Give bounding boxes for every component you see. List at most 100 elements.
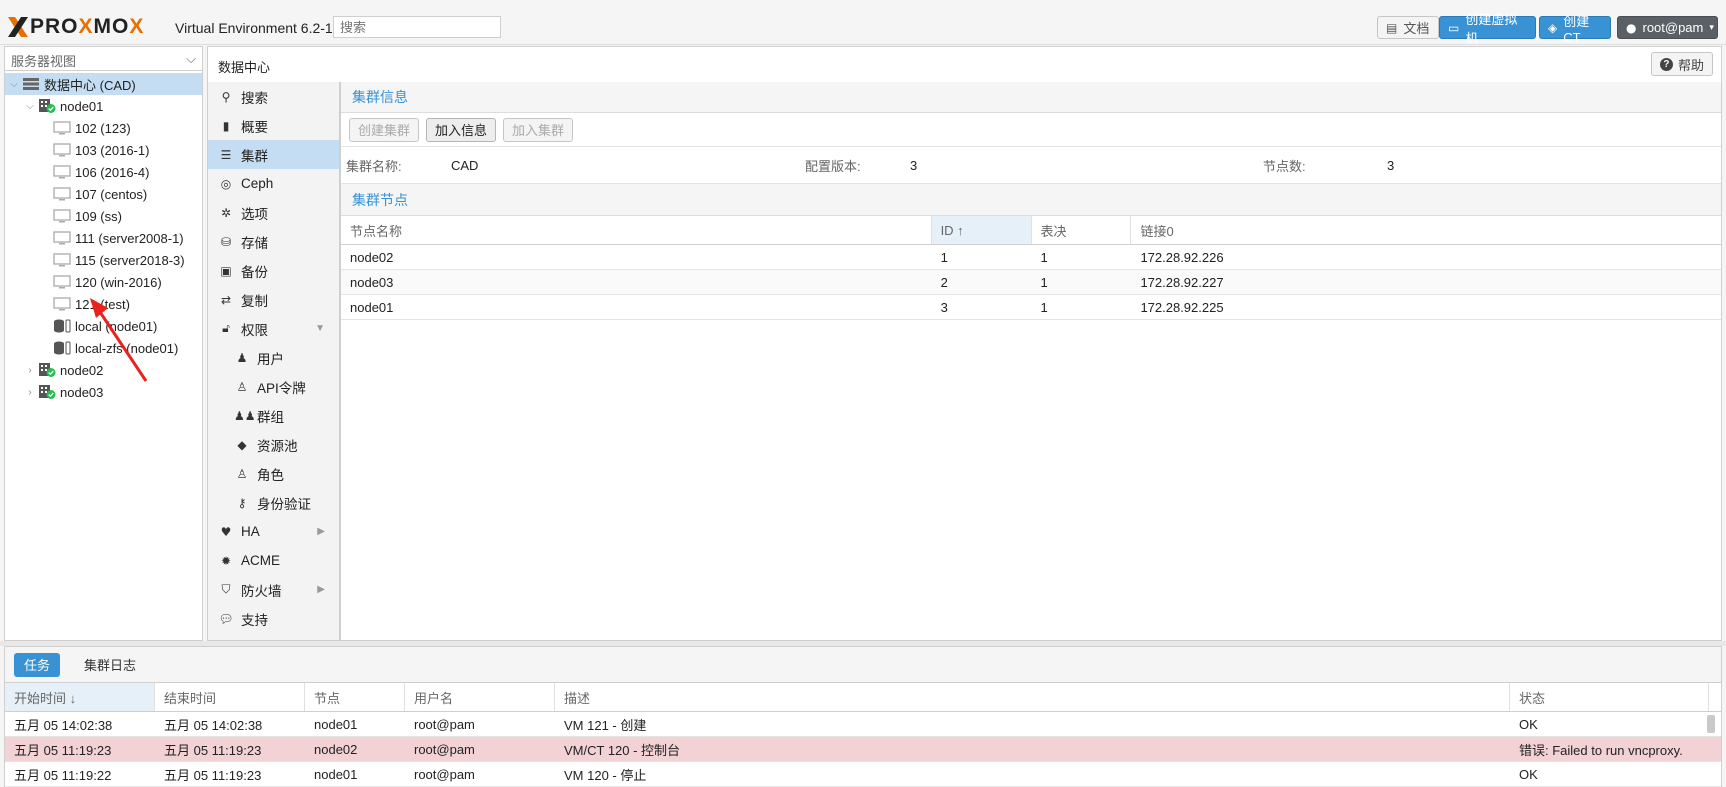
cell: 1 bbox=[1040, 299, 1048, 315]
vm-icon bbox=[53, 187, 71, 201]
tree-item-vm[interactable]: 107 (centos) bbox=[5, 183, 202, 205]
column-header[interactable]: ID ↑ bbox=[931, 216, 1032, 244]
vm-icon bbox=[53, 231, 71, 245]
column-header[interactable]: 开始时间 ↓ bbox=[5, 683, 155, 711]
column-header[interactable]: 节点 bbox=[305, 683, 405, 711]
expand-icon[interactable]: › bbox=[24, 365, 36, 376]
nav-item-replication[interactable]: ⇄ 复制 bbox=[208, 285, 339, 314]
cell: 错误: Failed to run vncproxy. bbox=[1519, 742, 1683, 758]
nav-item-acme[interactable]: ✹ ACME bbox=[208, 546, 339, 575]
nav-item-storage[interactable]: ⛁ 存储 bbox=[208, 227, 339, 256]
nav-item-groups[interactable]: ♟♟ 群组 bbox=[208, 401, 339, 430]
node-online-icon bbox=[39, 99, 56, 113]
help-button[interactable]: ? 帮助 bbox=[1650, 52, 1713, 76]
nav-item-ha[interactable]: ♥ HA ▶ bbox=[208, 517, 339, 546]
table-row[interactable]: node03 2 1 172.28.92.227 bbox=[341, 270, 1721, 295]
comments-icon: 💬︎ bbox=[218, 611, 234, 626]
shield-icon: ⛉ bbox=[221, 582, 231, 596]
nav-item-backup[interactable]: ▣ 备份 bbox=[208, 256, 339, 285]
proxmox-logo[interactable]: PROXMOX bbox=[6, 15, 145, 38]
tree-item-vm[interactable]: 106 (2016-4) bbox=[5, 161, 202, 183]
expand-icon[interactable]: › bbox=[24, 387, 36, 398]
tasks-grid-header: 开始时间 ↓ 结束时间 节点 用户名 描述 状态 bbox=[5, 683, 1721, 712]
tree-item-vm[interactable]: 103 (2016-1) bbox=[5, 139, 202, 161]
nav-item-search[interactable]: ⚲ 搜索 bbox=[208, 82, 339, 111]
column-header[interactable]: 描述 bbox=[555, 683, 1510, 711]
docs-button[interactable]: ▤ 文档 bbox=[1377, 16, 1439, 39]
nav-item-summary[interactable]: ▮ 概要 bbox=[208, 111, 339, 140]
tree-item-node01[interactable]: ⌵ node01 bbox=[5, 95, 202, 117]
node-count-label: 节点数: bbox=[1263, 158, 1306, 174]
tree-item-vm[interactable]: 120 (win-2016) bbox=[5, 271, 202, 293]
create-vm-button[interactable]: ▭ 创建虚拟机 bbox=[1439, 12, 1536, 46]
cell: 五月 05 14:02:38 bbox=[14, 717, 113, 733]
tree-item-vm[interactable]: 115 (server2018-3) bbox=[5, 249, 202, 271]
male-icon: ♙ bbox=[236, 466, 248, 481]
tree-item-datacenter[interactable]: ⌵ 数据中心 (CAD) bbox=[5, 73, 202, 95]
table-row[interactable]: node02 1 1 172.28.92.226 bbox=[341, 245, 1721, 270]
column-header[interactable]: 表决 bbox=[1032, 216, 1132, 244]
nav-item-api-tokens[interactable]: ♙ API令牌 bbox=[208, 372, 339, 401]
column-header[interactable]: 节点名称 bbox=[341, 216, 932, 244]
create-cluster-button[interactable]: 创建集群 bbox=[349, 117, 420, 142]
nav-item-support[interactable]: 💬︎ 支持 bbox=[208, 604, 339, 633]
cell: 172.28.92.225 bbox=[1140, 299, 1224, 315]
table-row[interactable]: node01 3 1 172.28.92.225 bbox=[341, 295, 1721, 320]
column-header[interactable]: 链接0 bbox=[1131, 216, 1721, 244]
nav-item-roles[interactable]: ♙ 角色 bbox=[208, 459, 339, 488]
tree-item-node03[interactable]: › node03 bbox=[5, 381, 202, 403]
logo-text: PROXMOX bbox=[30, 15, 145, 38]
storage-icon bbox=[54, 341, 71, 355]
task-row[interactable]: 五月 05 14:02:38 五月 05 14:02:38 node01 roo… bbox=[5, 712, 1721, 737]
column-header[interactable]: 用户名 bbox=[405, 683, 555, 711]
user-outline-icon: ♙ bbox=[236, 379, 248, 394]
user-menu-button[interactable]: ● root@pam ▾ bbox=[1617, 16, 1718, 39]
certificate-icon: ✹ bbox=[220, 553, 232, 568]
retweet-icon: ⇄ bbox=[220, 292, 232, 307]
nav-item-pools[interactable]: ◆ 资源池 bbox=[208, 430, 339, 459]
nav-item-firewall[interactable]: ⛉ 防火墙 ▶ bbox=[208, 575, 339, 604]
heartbeat-icon: ♥ bbox=[220, 524, 232, 539]
datacenter-nav: ⚲ 搜索 ▮ 概要 ☰ 集群 ◎ Ceph ✲ 选项 ⛁ 存储 ▣ 备份 ⇄ 复制 🔓︎ 权限 ▼ … bbox=[207, 82, 340, 641]
cell: node01 bbox=[314, 716, 358, 732]
scrollbar-thumb[interactable] bbox=[1707, 715, 1715, 733]
tree-item-vm[interactable]: 109 (ss) bbox=[5, 205, 202, 227]
cube-icon: ◈ bbox=[1548, 20, 1558, 35]
search-icon: ⚲ bbox=[221, 89, 231, 104]
tree-item-vm[interactable]: 111 (server2008-1) bbox=[5, 227, 202, 249]
task-row-error[interactable]: 五月 05 11:19:23 五月 05 11:19:23 node02 roo… bbox=[5, 737, 1721, 762]
nav-item-permissions[interactable]: 🔓︎ 权限 ▼ bbox=[208, 314, 339, 343]
cluster-toolbar: 创建集群 加入信息 加入集群 bbox=[341, 113, 1721, 147]
task-row[interactable]: 五月 05 11:19:22 五月 05 11:19:23 node01 roo… bbox=[5, 762, 1721, 787]
join-info-button[interactable]: 加入信息 bbox=[426, 117, 497, 142]
cluster-content: 集群信息 创建集群 加入信息 加入集群 集群名称: CAD 配置版本: 3 节点… bbox=[340, 82, 1722, 641]
nav-item-options[interactable]: ✲ 选项 bbox=[208, 198, 339, 227]
cell: 2 bbox=[940, 274, 948, 290]
nav-item-cluster[interactable]: ☰ 集群 bbox=[208, 140, 339, 169]
storage-icon bbox=[54, 319, 71, 333]
create-ct-button[interactable]: ◈ 创建CT bbox=[1539, 14, 1611, 45]
collapse-icon[interactable]: ⌵ bbox=[8, 79, 20, 90]
cluster-nodes-title: 集群节点 bbox=[341, 184, 1721, 215]
nav-item-authentication[interactable]: ⚷ 身份验证 bbox=[208, 488, 339, 517]
config-version-label: 配置版本: bbox=[805, 158, 861, 174]
nav-item-ceph[interactable]: ◎ Ceph bbox=[208, 169, 339, 198]
column-header[interactable]: 结束时间 bbox=[155, 683, 305, 711]
nav-item-users[interactable]: ♟ 用户 bbox=[208, 343, 339, 372]
task-log-panel: 任务 集群日志 开始时间 ↓ 结束时间 节点 用户名 描述 状态 五月 05 1… bbox=[4, 646, 1722, 787]
join-cluster-button[interactable]: 加入集群 bbox=[503, 117, 574, 142]
collapse-icon[interactable]: ⌵ bbox=[24, 101, 36, 112]
vm-icon bbox=[53, 121, 71, 135]
book-icon: ▤ bbox=[1386, 20, 1398, 35]
cell: OK bbox=[1519, 716, 1538, 732]
view-selector[interactable]: 服务器视图 ⌵ bbox=[5, 47, 202, 71]
database-icon: ⛁ bbox=[220, 234, 232, 249]
cell: node03 bbox=[350, 274, 394, 290]
tab-tasks[interactable]: 任务 bbox=[14, 652, 61, 677]
search-input[interactable] bbox=[333, 16, 501, 38]
column-header[interactable]: 状态 bbox=[1510, 683, 1709, 711]
tab-cluster-log[interactable]: 集群日志 bbox=[74, 653, 146, 677]
config-version-value: 3 bbox=[910, 157, 918, 173]
chevron-down-icon: ▼ bbox=[315, 323, 325, 334]
tree-item-vm[interactable]: 102 (123) bbox=[5, 117, 202, 139]
